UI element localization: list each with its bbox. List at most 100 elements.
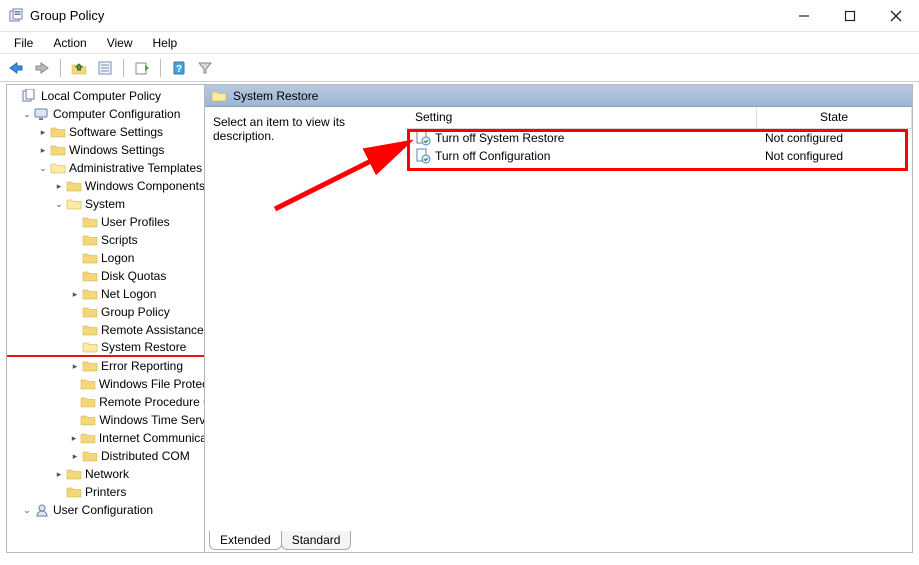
tab-standard[interactable]: Standard (281, 531, 352, 550)
tree-error-reporting[interactable]: ▸ Error Reporting (7, 357, 204, 375)
tree-group-policy[interactable]: ▶Group Policy (7, 303, 204, 321)
tree-windows-file-protection[interactable]: ▶Windows File Protection (7, 375, 204, 393)
tree-windows-time-service[interactable]: ▶Windows Time Service (7, 411, 204, 429)
computer-icon (34, 107, 50, 121)
twister-collapsed-icon[interactable]: ▸ (53, 180, 65, 192)
grid-row[interactable]: Turn off Configuration Not configured (407, 147, 912, 165)
tree-pane[interactable]: ▶ Local Computer Policy ⌄ Computer Confi… (7, 85, 205, 552)
back-button[interactable] (4, 57, 28, 79)
minimize-button[interactable] (781, 1, 827, 31)
tree-system-restore[interactable]: ▶System Restore (7, 339, 204, 357)
properties-button[interactable] (93, 57, 117, 79)
folder-icon (82, 287, 98, 301)
tree: ▶ Local Computer Policy ⌄ Computer Confi… (7, 87, 204, 519)
forward-button[interactable] (30, 57, 54, 79)
folder-icon (66, 485, 82, 499)
details-header: System Restore (205, 85, 912, 107)
grid-setting-name: Turn off Configuration (435, 149, 550, 163)
refresh-button[interactable] (130, 57, 154, 79)
tree-printers[interactable]: ▶Printers (7, 483, 204, 501)
tree-item-label: System Restore (101, 340, 186, 354)
grid-col-setting[interactable]: Setting (407, 107, 757, 128)
tree-item-label: Windows Components (85, 179, 204, 193)
toolbar: ? (0, 54, 919, 82)
tree-user-configuration[interactable]: ⌄ User Configuration (7, 501, 204, 519)
twister-collapsed-icon[interactable]: ▸ (53, 468, 65, 480)
tree-internet-communication[interactable]: ▸Internet Communication (7, 429, 204, 447)
help-icon: ? (171, 61, 187, 75)
tab-extended-label: Extended (220, 533, 271, 547)
folder-icon (82, 359, 98, 373)
tree-item-label: Software Settings (69, 125, 163, 139)
tree-item-label: Logon (101, 251, 134, 265)
tree-windows-settings[interactable]: ▸ Windows Settings (7, 141, 204, 159)
tree-network[interactable]: ▸Network (7, 465, 204, 483)
back-icon (8, 61, 24, 75)
tree-item-label: Administrative Templates (69, 161, 202, 175)
details-body: Select an item to view its description. … (205, 107, 912, 552)
folder-icon (82, 269, 98, 283)
menu-help[interactable]: Help (145, 34, 186, 52)
tree-software-settings[interactable]: ▸ Software Settings (7, 123, 204, 141)
grid-col-state[interactable]: State (757, 107, 912, 128)
folder-icon (82, 233, 98, 247)
grid-state-value: Not configured (757, 131, 912, 145)
menu-file[interactable]: File (6, 34, 41, 52)
tree-disk-quotas[interactable]: ▶Disk Quotas (7, 267, 204, 285)
twister-collapsed-icon[interactable]: ▸ (69, 360, 81, 372)
tree-item-label: Scripts (101, 233, 138, 247)
filter-button[interactable] (193, 57, 217, 79)
titlebar: Group Policy (0, 0, 919, 32)
tree-distributed-com[interactable]: ▸ Distributed COM (7, 447, 204, 465)
twister-collapsed-icon[interactable]: ▸ (37, 144, 49, 156)
maximize-button[interactable] (827, 1, 873, 31)
tree-remote-procedure-call[interactable]: ▶Remote Procedure Call (7, 393, 204, 411)
folder-icon (82, 251, 98, 265)
up-button[interactable] (67, 57, 91, 79)
filter-icon (197, 61, 213, 75)
grid-col-state-label: State (820, 110, 848, 124)
tree-item-label: Group Policy (101, 305, 170, 319)
folder-icon (82, 449, 98, 463)
grid-setting-name: Turn off System Restore (435, 131, 564, 145)
folder-icon (80, 377, 96, 391)
twister-expanded-icon[interactable]: ⌄ (21, 504, 33, 516)
tree-scripts[interactable]: ▶Scripts (7, 231, 204, 249)
menu-action[interactable]: Action (45, 34, 94, 52)
folder-open-icon (50, 161, 66, 175)
twister-expanded-icon[interactable]: ⌄ (53, 198, 65, 210)
app-icon (8, 8, 24, 24)
tree-user-profiles[interactable]: ▶User Profiles (7, 213, 204, 231)
menu-view[interactable]: View (99, 34, 141, 52)
grid-header: Setting State (407, 107, 912, 129)
tree-net-logon[interactable]: ▸Net Logon (7, 285, 204, 303)
twister-expanded-icon[interactable]: ⌄ (21, 108, 33, 120)
tree-system[interactable]: ⌄ System (7, 195, 204, 213)
tree-computer-configuration[interactable]: ⌄ Computer Configuration (7, 105, 204, 123)
twister-expanded-icon[interactable]: ⌄ (37, 162, 49, 174)
window-title: Group Policy (30, 8, 781, 23)
user-icon (34, 503, 50, 517)
twister-collapsed-icon[interactable]: ▸ (69, 450, 81, 462)
help-button[interactable]: ? (167, 57, 191, 79)
tree-root[interactable]: ▶ Local Computer Policy (7, 87, 204, 105)
tree-item-label: Distributed COM (101, 449, 190, 463)
tab-extended[interactable]: Extended (209, 531, 282, 550)
tree-item-label: Disk Quotas (101, 269, 166, 283)
tree-remote-assistance[interactable]: ▶Remote Assistance (7, 321, 204, 339)
tree-administrative-templates[interactable]: ⌄ Administrative Templates (7, 159, 204, 177)
tree-item-label: Error Reporting (101, 359, 183, 373)
properties-icon (97, 61, 113, 75)
policy-root-icon (22, 89, 38, 103)
tree-logon[interactable]: ▶Logon (7, 249, 204, 267)
twister-collapsed-icon[interactable]: ▸ (37, 126, 49, 138)
twister-collapsed-icon[interactable]: ▸ (69, 288, 81, 300)
toolbar-separator (160, 59, 161, 77)
twister-collapsed-icon[interactable]: ▸ (69, 432, 79, 444)
toolbar-separator (123, 59, 124, 77)
close-button[interactable] (873, 1, 919, 31)
grid-row[interactable]: Turn off System Restore Not configured (407, 129, 912, 147)
folder-open-icon (211, 89, 227, 103)
tree-windows-components[interactable]: ▸ Windows Components (7, 177, 204, 195)
policy-setting-icon (415, 148, 431, 164)
